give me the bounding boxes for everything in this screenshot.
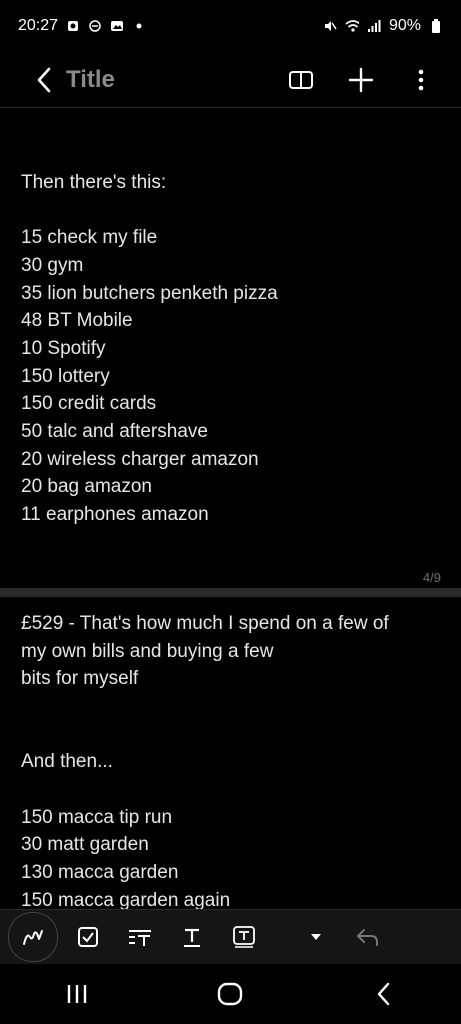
dropdown-icon — [311, 934, 321, 940]
pen-tool-button[interactable] — [8, 912, 58, 962]
text-line[interactable]: 150 credit cards — [21, 392, 156, 416]
text-line[interactable]: And then... — [21, 750, 113, 774]
status-right: 90% — [323, 17, 443, 35]
app-bar: Title — [0, 52, 461, 108]
undo-button[interactable] — [342, 911, 394, 963]
view-mode-button[interactable] — [277, 56, 325, 104]
status-bar: 20:27 90% — [0, 0, 461, 52]
back-nav-button[interactable] — [344, 964, 424, 1024]
text-line[interactable]: £529 - That's how much I spend on a few … — [21, 612, 389, 636]
back-button[interactable] — [16, 52, 72, 108]
home-icon — [218, 982, 243, 1006]
signal-icon — [367, 19, 381, 33]
text-style-icon — [129, 930, 151, 946]
battery-percent: 90% — [388, 17, 421, 34]
text-line[interactable]: 130 macca garden — [21, 861, 178, 885]
dnd-icon — [88, 19, 102, 33]
note-page-2[interactable]: £529 - That's how much I spend on a few … — [0, 597, 461, 911]
system-nav-bar — [0, 964, 461, 1024]
text-line[interactable]: my own bills and buying a few — [21, 640, 273, 664]
text-line[interactable]: 35 lion butchers penketh pizza — [21, 282, 278, 306]
page-divider — [0, 588, 461, 597]
recent-apps-button[interactable] — [37, 964, 117, 1024]
more-tools-button[interactable] — [290, 911, 342, 963]
text-line[interactable]: 11 earphones amazon — [21, 503, 209, 527]
text-line[interactable]: 10 Spotify — [21, 337, 106, 361]
dot-icon — [132, 19, 146, 33]
checkbox-button[interactable] — [62, 911, 114, 963]
recent-apps-icon — [67, 985, 87, 1003]
text-line[interactable]: 20 wireless charger amazon — [21, 448, 259, 472]
add-icon — [348, 67, 374, 92]
page-indicator: 4/9 — [422, 570, 441, 585]
pen-icon — [23, 930, 43, 945]
text-box-button[interactable] — [218, 911, 270, 963]
text-line[interactable]: Then there's this: — [21, 171, 166, 195]
undo-icon — [357, 929, 378, 946]
text-line[interactable]: 150 lottery — [21, 365, 110, 389]
battery-icon — [429, 19, 443, 33]
editing-toolbar — [0, 909, 461, 964]
time: 20:27 — [18, 17, 59, 34]
book-icon — [289, 70, 313, 89]
text-line[interactable]: 20 bag amazon — [21, 475, 152, 499]
text-line[interactable]: 150 macca tip run — [21, 806, 172, 830]
wifi-icon — [345, 19, 359, 33]
checkbox-icon — [78, 927, 98, 947]
back-icon — [37, 67, 51, 92]
more-icon — [418, 69, 424, 90]
text-line[interactable]: 48 BT Mobile — [21, 309, 133, 333]
text-underline-icon — [184, 928, 200, 947]
text-style-button[interactable] — [114, 911, 166, 963]
note-page-1[interactable]: Then there's this: 15 check my file 30 g… — [0, 108, 461, 588]
text-line[interactable]: 15 check my file — [21, 226, 157, 250]
note-title[interactable]: Title — [66, 66, 115, 94]
app-actions — [277, 56, 445, 104]
back-nav-icon — [377, 982, 390, 1006]
status-left: 20:27 — [18, 17, 146, 35]
text-line[interactable]: bits for myself — [21, 667, 138, 691]
text-line[interactable]: 50 talc and aftershave — [21, 420, 208, 444]
more-button[interactable] — [397, 56, 445, 104]
home-button[interactable] — [190, 964, 270, 1024]
add-page-button[interactable] — [337, 56, 385, 104]
text-line[interactable]: 30 matt garden — [21, 833, 149, 857]
text-line[interactable]: 30 gym — [21, 254, 83, 278]
gallery-icon — [110, 19, 124, 33]
text-box-icon — [233, 926, 255, 948]
notification-icon — [66, 19, 80, 33]
text-format-button[interactable] — [166, 911, 218, 963]
mute-icon — [323, 19, 337, 33]
